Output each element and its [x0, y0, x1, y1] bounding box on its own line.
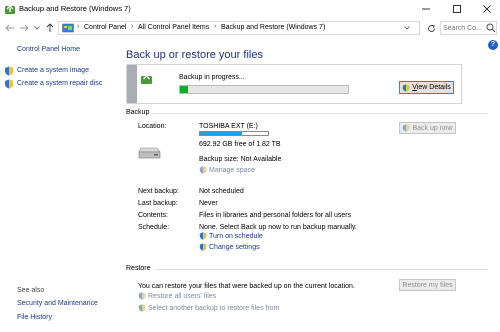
panel-stripe: [127, 65, 137, 103]
backup-progress-icon: [140, 72, 153, 85]
arrow-right-icon: [20, 24, 29, 32]
drive-usage-bar: [199, 131, 269, 136]
shield-icon: [199, 243, 207, 251]
recent-locations-button[interactable]: [33, 21, 41, 35]
control-panel-icon: [62, 23, 74, 34]
up-button[interactable]: [44, 21, 56, 35]
shield-icon: [138, 304, 146, 312]
contents-value: Files in libraries and personal folders …: [199, 212, 352, 219]
refresh-button[interactable]: [425, 22, 437, 34]
breadcrumb-control-panel[interactable]: Control Panel: [84, 24, 126, 31]
backup-now-button[interactable]: Back up now: [399, 122, 456, 134]
schedule-label: Schedule:: [138, 224, 170, 231]
arrow-up-icon: [46, 23, 54, 32]
chevron-down-icon: [404, 26, 410, 30]
backup-restore-icon: [4, 3, 16, 15]
shield-icon: [199, 166, 207, 174]
breadcrumb-separator: ›: [214, 23, 217, 30]
breadcrumb-backup-restore[interactable]: Backup and Restore (Windows 7): [221, 24, 325, 31]
file-history-link[interactable]: File History: [17, 314, 52, 321]
backup-size-text: Backup size: Not Available: [199, 156, 282, 163]
address-bar: › Control Panel › All Control Panel Item…: [0, 18, 500, 38]
restore-all-users-link[interactable]: Restore all users' files: [138, 292, 216, 300]
hard-drive-icon: [138, 146, 162, 160]
shield-icon: [4, 79, 14, 89]
see-also-heading: See also: [17, 287, 45, 294]
close-button[interactable]: [473, 0, 500, 18]
window-title: Backup and Restore (Windows 7): [19, 4, 131, 13]
location-value: TOSHIBA EXT (E:): [199, 123, 258, 130]
search-input[interactable]: [443, 22, 485, 34]
free-space-text: 692.92 GB free of 1.82 TB: [199, 141, 281, 148]
restore-description: You can restore your files that were bac…: [138, 283, 355, 290]
view-details-button[interactable]: View Details: [399, 81, 454, 94]
search-box[interactable]: [440, 21, 497, 35]
shield-icon: [403, 124, 410, 132]
arrow-left-icon: [5, 24, 14, 32]
breadcrumb-all-items[interactable]: All Control Panel Items: [138, 24, 209, 31]
manage-space-link[interactable]: Manage space: [199, 166, 255, 174]
security-maintenance-link[interactable]: Security and Maintenance: [17, 300, 98, 307]
next-backup-value: Not scheduled: [199, 188, 244, 195]
backup-progress-panel: Backup in progress... View Details: [126, 64, 462, 104]
refresh-icon: [427, 24, 435, 32]
drive-usage-fill: [200, 132, 243, 135]
change-settings-link[interactable]: Change settings: [199, 243, 260, 251]
left-navigation-pane: Control Panel Home Create a system image…: [0, 38, 118, 332]
page-title: Back up or restore your files: [126, 49, 263, 61]
maximize-button[interactable]: [443, 0, 470, 18]
address-dropdown-button[interactable]: [403, 22, 411, 34]
shield-icon: [403, 83, 410, 92]
restore-section-heading: Restore: [126, 265, 151, 272]
schedule-value: None. Select Back up now to run backup m…: [199, 224, 357, 231]
location-label: Location:: [138, 123, 167, 130]
shield-icon: [4, 66, 14, 76]
turn-on-schedule-link[interactable]: Turn on schedule: [199, 232, 263, 240]
backup-progress-fill: [180, 86, 189, 93]
control-panel-home-link[interactable]: Control Panel Home: [17, 46, 80, 53]
last-backup-label: Last backup:: [138, 200, 178, 207]
select-another-backup-link[interactable]: Select another backup to restore files f…: [138, 304, 280, 312]
create-repair-disc-link[interactable]: Create a system repair disc: [17, 80, 102, 87]
progress-status-text: Backup in progress...: [179, 74, 245, 81]
chevron-down-icon: [34, 26, 40, 30]
next-backup-label: Next backup:: [138, 188, 179, 195]
restore-my-files-button[interactable]: Restore my files: [399, 279, 456, 291]
shield-icon: [199, 232, 207, 240]
backup-section-heading: Backup: [126, 109, 150, 116]
address-box[interactable]: › Control Panel › All Control Panel Item…: [58, 21, 420, 35]
contents-label: Contents:: [138, 212, 168, 219]
create-system-image-link[interactable]: Create a system image: [17, 67, 89, 74]
view-details-label: View Details: [412, 84, 451, 91]
backup-progress-bar: [179, 85, 349, 94]
forward-button[interactable]: [18, 21, 30, 35]
back-button[interactable]: [4, 21, 16, 35]
search-icon: [486, 23, 496, 33]
backup-section-divider: [152, 113, 488, 114]
breadcrumb-separator: ›: [131, 23, 134, 30]
restore-section-divider: [155, 269, 488, 270]
minimize-button[interactable]: [412, 0, 439, 18]
title-bar: Backup and Restore (Windows 7): [0, 0, 500, 19]
shield-icon: [138, 292, 146, 300]
breadcrumb-separator: ›: [77, 23, 80, 30]
help-button[interactable]: ?: [488, 40, 498, 50]
last-backup-value: Never: [199, 200, 218, 207]
